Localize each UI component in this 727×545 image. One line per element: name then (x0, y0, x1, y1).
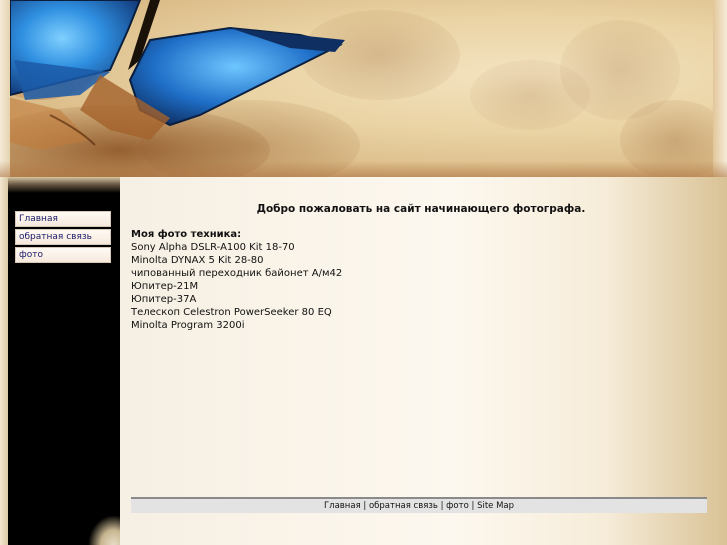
welcome-heading: Добро пожаловать на сайт начинающего фот… (256, 203, 586, 215)
footer-link-sitemap[interactable]: Site Map (477, 501, 514, 511)
sidebar-nav: Главная обратная связь фото (15, 211, 111, 265)
footer-separator: | (437, 501, 447, 511)
equipment-item: Minolta DYNAX 5 Kit 28-80 (131, 255, 264, 266)
sidebar-grunge-bottom (88, 515, 120, 545)
footer-link-photo[interactable]: фото (446, 501, 469, 511)
sidebar-item-feedback[interactable]: обратная связь (15, 229, 111, 245)
equipment-item: Minolta Program 3200i (131, 320, 245, 331)
equipment-item: Sony Alpha DSLR-A100 Kit 18-70 (131, 242, 295, 253)
equipment-list: Моя фото техника: Sony Alpha DSLR-A100 K… (131, 228, 691, 332)
sidebar-grunge-top (8, 177, 120, 193)
footer-link-feedback[interactable]: обратная связь (369, 501, 438, 511)
butterfly-image (0, 0, 345, 177)
header-left-edge (0, 0, 10, 177)
header-banner (0, 0, 727, 177)
footer-separator: | (360, 501, 369, 511)
footer-separator: | (468, 501, 478, 511)
equipment-item: Телескоп Celestron PowerSeeker 80 EQ (131, 307, 332, 318)
header-right-edge (713, 0, 727, 177)
sidebar-item-home[interactable]: Главная (15, 211, 111, 227)
equipment-item: Юпитер-21М (131, 281, 199, 292)
sidebar-item-photo[interactable]: фото (15, 247, 111, 263)
header-bottom-fade (0, 161, 727, 177)
equipment-title: Моя фото техника: (131, 229, 242, 240)
equipment-item: чипованный переходник байонет А/м42 (131, 268, 343, 279)
footer-nav: Главная | обратная связь | фото | Site M… (131, 497, 707, 513)
equipment-item: Юпитер-37А (131, 294, 197, 305)
left-edge-strip (0, 177, 8, 545)
footer-link-home[interactable]: Главная (324, 501, 361, 511)
